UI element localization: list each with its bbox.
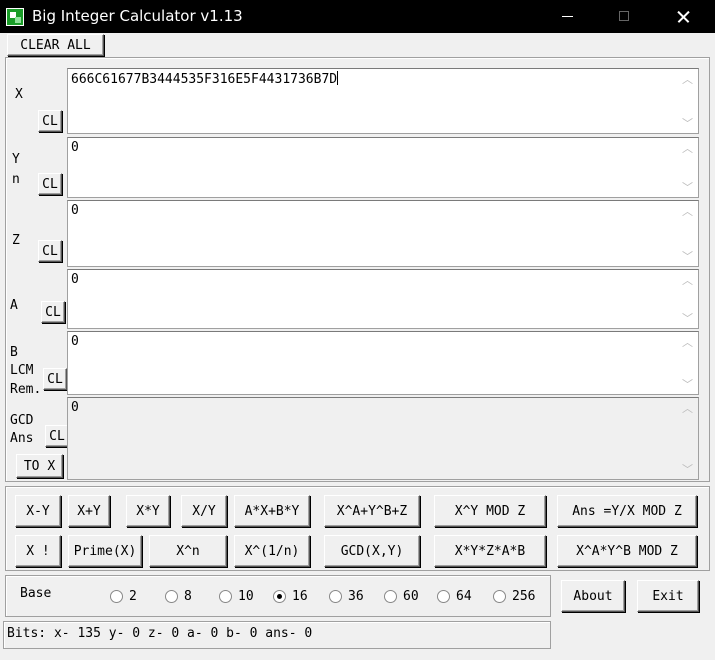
factorial-button[interactable]: X ! (15, 535, 61, 567)
z-clear-button[interactable]: CL (38, 240, 62, 262)
x-div-y-button[interactable]: X/Y (181, 495, 227, 527)
ans-clear-button[interactable]: CL (45, 425, 69, 447)
ans-y-div-x-mod-z-button[interactable]: Ans =Y/X MOD Z (557, 495, 697, 527)
x-pow-n-button[interactable]: X^n (149, 535, 227, 567)
maximize-icon (619, 11, 629, 21)
about-button[interactable]: About (561, 580, 625, 612)
rem-label: Rem. (10, 382, 42, 397)
a-value: 0 (71, 272, 79, 287)
window-title: Big Integer Calculator v1.13 (32, 7, 243, 25)
x-clear-button[interactable]: CL (38, 110, 62, 132)
base-label: Base (20, 586, 52, 601)
a-label: A (10, 298, 18, 313)
title-bar: Big Integer Calculator v1.13 (0, 0, 715, 33)
base-radio-16[interactable]: 16 (273, 587, 308, 605)
xa-plus-yb-plus-z-button[interactable]: X^A+Y^B+Z (324, 495, 420, 527)
scroll-up-icon: ︿ (682, 336, 693, 349)
y-value: 0 (71, 140, 79, 155)
ans-field[interactable]: 0 ︿ ﹀ (67, 397, 699, 480)
x-pow-y-mod-z-button[interactable]: X^Y MOD Z (434, 495, 546, 527)
z-label: Z (12, 233, 20, 248)
scroll-down-icon: ﹀ (682, 117, 693, 130)
y-clear-button[interactable]: CL (38, 173, 62, 195)
x-field[interactable]: 666C61677B3444535F316E5F4431736B7D ︿ ﹀ (67, 68, 699, 134)
prime-button[interactable]: Prime(X) (68, 535, 142, 567)
base-radio-36[interactable]: 36 (329, 587, 364, 605)
base-radio-10[interactable]: 10 (219, 587, 254, 605)
x-scrollbar[interactable]: ︿ ﹀ (677, 69, 698, 133)
scroll-up-icon: ︿ (682, 402, 693, 415)
minimize-button[interactable] (545, 0, 591, 33)
base-radio-8[interactable]: 8 (165, 587, 192, 605)
gcd-button[interactable]: GCD(X,Y) (324, 535, 420, 567)
base-radio-60[interactable]: 60 (384, 587, 419, 605)
lcm-label: LCM (10, 363, 34, 378)
b-field[interactable]: 0 ︿ ﹀ (67, 331, 699, 395)
x-label: X (15, 87, 23, 102)
scroll-down-icon: ﹀ (682, 378, 693, 391)
scroll-up-icon: ︿ (682, 274, 693, 287)
a-scrollbar[interactable]: ︿ ﹀ (677, 270, 698, 328)
ans-label: Ans (10, 431, 34, 446)
maximize-button[interactable] (602, 0, 648, 33)
scroll-down-icon: ﹀ (682, 463, 693, 476)
scroll-up-icon: ︿ (682, 205, 693, 218)
n-label: n (12, 172, 20, 187)
scroll-up-icon: ︿ (682, 142, 693, 155)
y-field[interactable]: 0 ︿ ﹀ (67, 137, 699, 198)
z-value: 0 (71, 203, 79, 218)
ans-value: 0 (71, 400, 79, 415)
scroll-up-icon: ︿ (682, 73, 693, 86)
product-button[interactable]: X*Y*Z*A*B (434, 535, 546, 567)
b-value: 0 (71, 334, 79, 349)
xa-yb-mod-z-button[interactable]: X^A*Y^B MOD Z (557, 535, 697, 567)
base-radio-2[interactable]: 2 (110, 587, 137, 605)
b-label: B (10, 345, 18, 360)
scroll-down-icon: ﹀ (682, 312, 693, 325)
scroll-down-icon: ﹀ (682, 181, 693, 194)
minimize-icon (562, 16, 573, 17)
clear-all-button[interactable]: CLEAR ALL (7, 34, 104, 56)
y-label: Y (12, 152, 20, 167)
app-icon (6, 8, 24, 26)
ans-scrollbar[interactable]: ︿ ﹀ (677, 398, 698, 479)
a-field[interactable]: 0 ︿ ﹀ (67, 269, 699, 329)
to-x-button[interactable]: TO X (16, 454, 63, 478)
y-scrollbar[interactable]: ︿ ﹀ (677, 138, 698, 197)
x-value: 666C61677B3444535F316E5F4431736B7D (71, 71, 339, 87)
z-scrollbar[interactable]: ︿ ﹀ (677, 201, 698, 266)
gcd-label: GCD (10, 413, 34, 428)
exit-button[interactable]: Exit (637, 580, 699, 612)
base-radio-256[interactable]: 256 (493, 587, 535, 605)
z-field[interactable]: 0 ︿ ﹀ (67, 200, 699, 267)
x-minus-y-button[interactable]: X-Y (15, 495, 61, 527)
x-plus-y-button[interactable]: X+Y (68, 495, 110, 527)
b-clear-button[interactable]: CL (43, 368, 67, 390)
scroll-down-icon: ﹀ (682, 250, 693, 263)
close-button[interactable] (660, 0, 706, 33)
nth-root-button[interactable]: X^(1/n) (234, 535, 310, 567)
a-clear-button[interactable]: CL (41, 301, 65, 323)
status-bar: Bits: x- 135 y- 0 z- 0 a- 0 b- 0 ans- 0 (3, 621, 551, 649)
ax-plus-by-button[interactable]: A*X+B*Y (234, 495, 310, 527)
x-times-y-button[interactable]: X*Y (126, 495, 170, 527)
base-radio-64[interactable]: 64 (437, 587, 472, 605)
b-scrollbar[interactable]: ︿ ﹀ (677, 332, 698, 394)
